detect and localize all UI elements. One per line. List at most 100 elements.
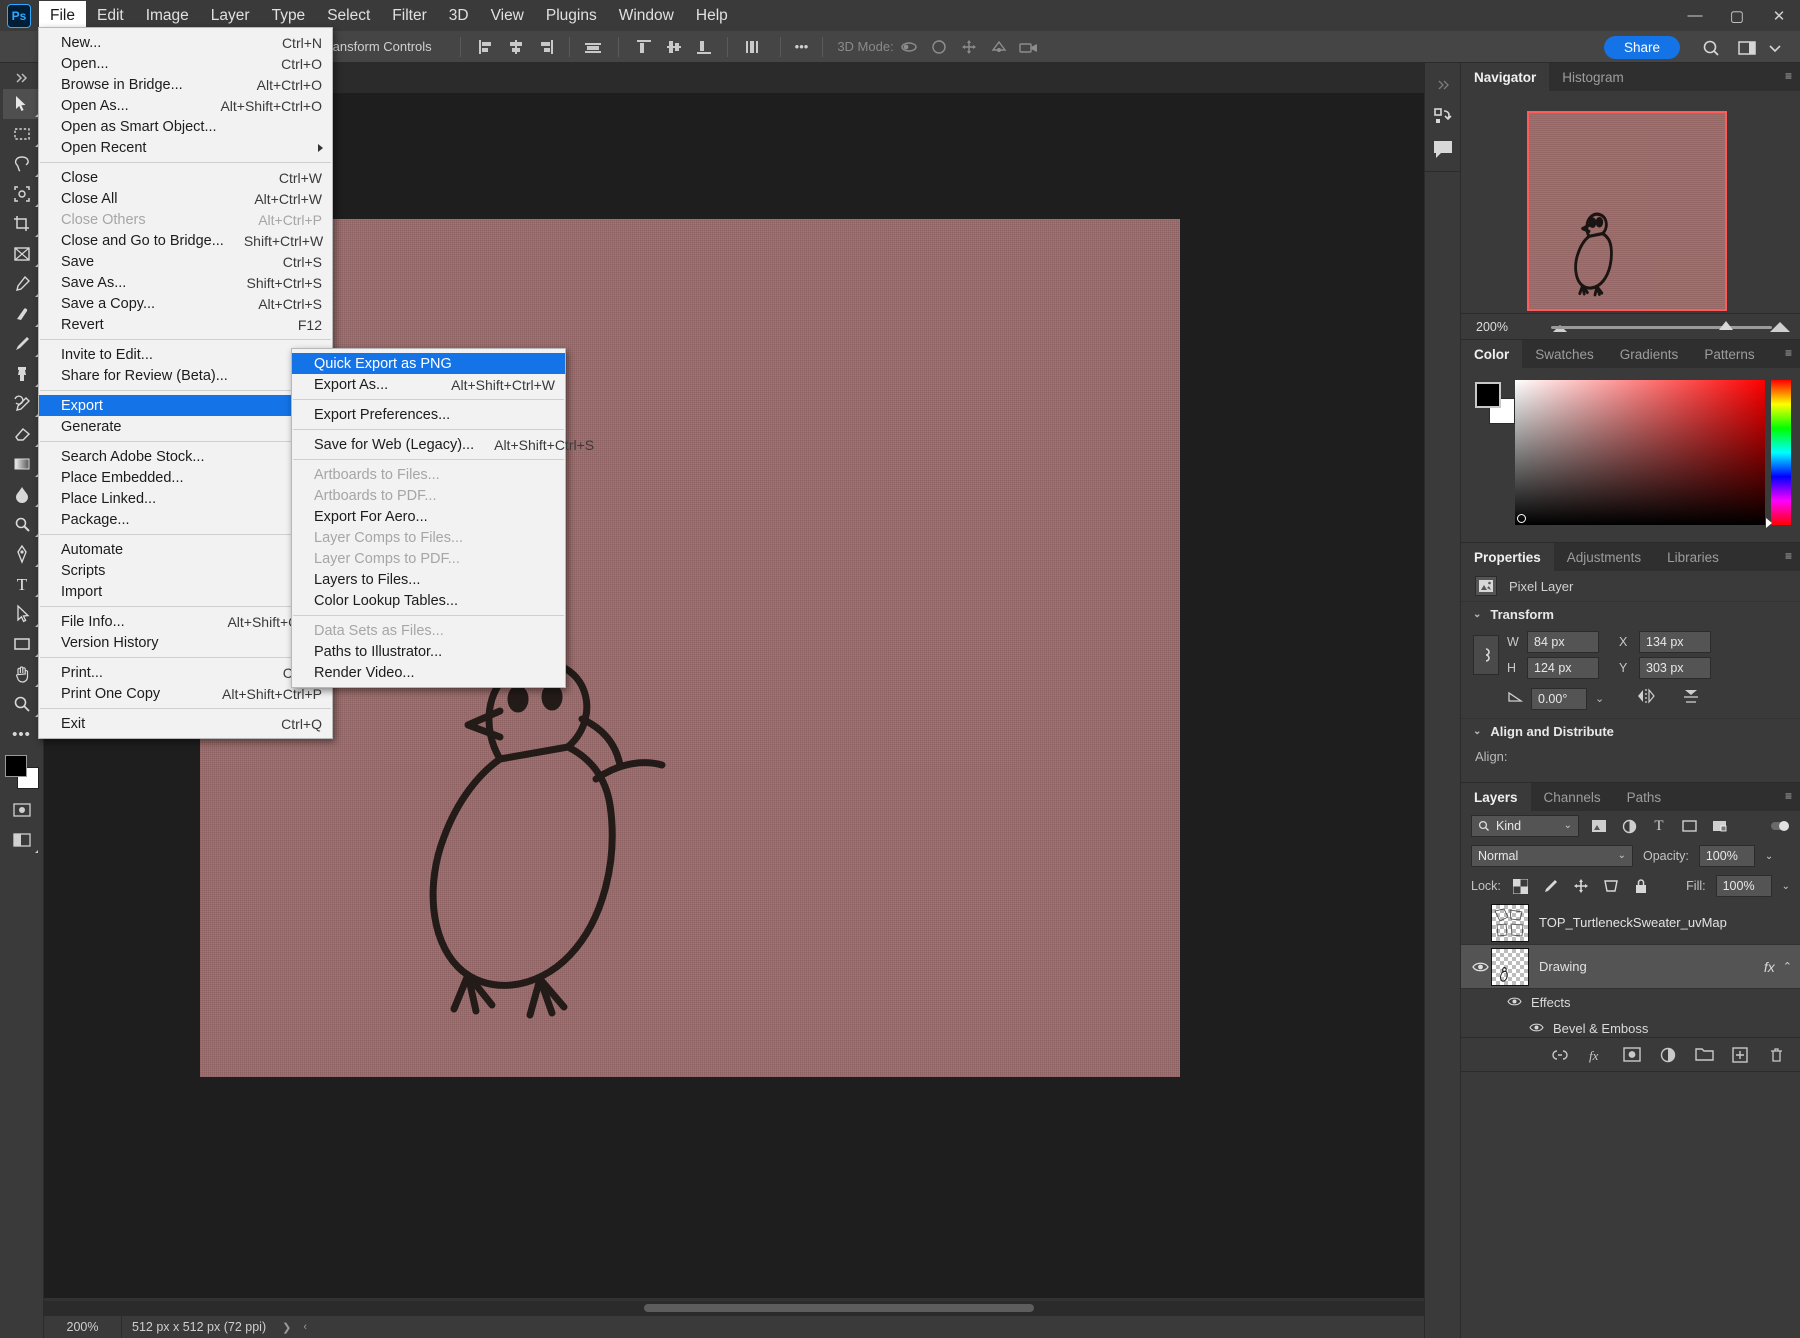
opacity-input[interactable]: 100%: [1699, 845, 1755, 867]
tool-zoom[interactable]: [3, 689, 41, 719]
color-panel-menu-icon[interactable]: ≡: [1785, 347, 1792, 359]
tab-navigator[interactable]: Navigator: [1461, 63, 1549, 91]
menu-item-automate[interactable]: Automate: [39, 539, 332, 560]
tool-brush[interactable]: [3, 329, 41, 359]
tool-blur[interactable]: [3, 479, 41, 509]
layer-name[interactable]: Drawing: [1539, 959, 1764, 974]
menu-item-close-all[interactable]: Close AllAlt+Ctrl+W: [39, 188, 332, 209]
align-left-edges-icon[interactable]: [475, 36, 497, 58]
foreground-color-swatch[interactable]: [5, 755, 27, 777]
tool-clone-stamp[interactable]: [3, 359, 41, 389]
tool-type[interactable]: T: [3, 569, 41, 599]
minimize-button[interactable]: —: [1674, 0, 1716, 31]
filter-toggle-switch[interactable]: [1770, 816, 1790, 836]
blend-mode-chevron-icon[interactable]: ⌄: [1618, 846, 1626, 866]
effect-item-visibility-icon[interactable]: [1529, 1021, 1544, 1036]
menu-filter[interactable]: Filter: [381, 1, 437, 30]
tab-layers[interactable]: Layers: [1461, 783, 1531, 811]
zoom-slider-knob[interactable]: [1719, 321, 1733, 330]
color-picker-marker[interactable]: [1517, 514, 1526, 523]
toolbar-collapse-icon[interactable]: [3, 67, 41, 89]
color-panel-foreground-swatch[interactable]: [1475, 382, 1501, 408]
menu-file[interactable]: File: [39, 1, 86, 30]
menu-item-scripts[interactable]: Scripts: [39, 560, 332, 581]
layer-thumbnail[interactable]: [1491, 904, 1529, 942]
menu-item-browse-in-bridge[interactable]: Browse in Bridge...Alt+Ctrl+O: [39, 74, 332, 95]
menu-item-version-history[interactable]: Version History: [39, 632, 332, 653]
tool-gradient[interactable]: [3, 449, 41, 479]
align-vertical-centers-icon[interactable]: [663, 36, 685, 58]
menu-item-layers-to-files[interactable]: Layers to Files...: [292, 569, 565, 590]
align-top-edges-icon[interactable]: [633, 36, 655, 58]
edit-toolbar-button[interactable]: •••: [3, 719, 41, 749]
file-menu-dropdown[interactable]: New...Ctrl+NOpen...Ctrl+OBrowse in Bridg…: [38, 27, 333, 739]
menu-item-new[interactable]: New...Ctrl+N: [39, 32, 332, 53]
menu-item-revert[interactable]: RevertF12: [39, 314, 332, 335]
comments-icon[interactable]: [1428, 133, 1458, 165]
workspace-chevron-icon[interactable]: [1764, 37, 1786, 59]
tool-eyedropper[interactable]: [3, 269, 41, 299]
tool-frame[interactable]: [3, 239, 41, 269]
menu-3d[interactable]: 3D: [438, 1, 480, 30]
layer-name[interactable]: TOP_TurtleneckSweater_uvMap: [1539, 915, 1792, 930]
filter-smart-object-icon[interactable]: [1709, 816, 1729, 836]
lock-position-icon[interactable]: [1571, 876, 1591, 896]
tab-histogram[interactable]: Histogram: [1549, 63, 1637, 91]
link-layers-icon[interactable]: [1550, 1045, 1570, 1065]
color-picker-body[interactable]: [1461, 368, 1800, 542]
tab-patterns[interactable]: Patterns: [1691, 340, 1767, 368]
tool-move[interactable]: [3, 89, 41, 119]
menu-item-save-for-web-legacy[interactable]: Save for Web (Legacy)...Alt+Shift+Ctrl+S: [292, 434, 565, 455]
quick-mask-button[interactable]: [3, 795, 41, 825]
menu-item-search-adobe-stock[interactable]: Search Adobe Stock...: [39, 446, 332, 467]
transform-section-header[interactable]: ⌄ Transform: [1461, 601, 1800, 627]
tool-crop[interactable]: [3, 209, 41, 239]
align-horizontal-centers-icon[interactable]: [505, 36, 527, 58]
layer-filter-chevron-icon[interactable]: ⌄: [1564, 816, 1572, 836]
3d-pan-icon[interactable]: [958, 36, 980, 58]
menu-item-place-linked[interactable]: Place Linked...: [39, 488, 332, 509]
distribute-vertical-icon[interactable]: [740, 36, 762, 58]
align-bottom-edges-icon[interactable]: [693, 36, 715, 58]
angle-input[interactable]: 0.00°: [1531, 688, 1587, 710]
menu-item-import[interactable]: Import: [39, 581, 332, 602]
tool-hand[interactable]: [3, 659, 41, 689]
navigator-panel-menu-icon[interactable]: ≡: [1785, 70, 1792, 82]
hue-slider[interactable]: [1771, 380, 1791, 525]
menu-item-save-as[interactable]: Save As...Shift+Ctrl+S: [39, 272, 332, 293]
align-chevron-icon[interactable]: ⌄: [1473, 726, 1481, 737]
foreground-background-colors[interactable]: [5, 755, 39, 789]
link-wh-button[interactable]: [1473, 635, 1499, 675]
distribute-horizontal-icon[interactable]: [582, 36, 604, 58]
table-row[interactable]: Drawing fx ⌃: [1461, 945, 1800, 989]
tool-lasso[interactable]: [3, 149, 41, 179]
menu-item-print-one-copy[interactable]: Print One CopyAlt+Shift+Ctrl+P: [39, 683, 332, 704]
menu-item-quick-export-as-png[interactable]: Quick Export as PNG: [292, 353, 565, 374]
menu-item-paths-to-illustrator[interactable]: Paths to Illustrator...: [292, 641, 565, 662]
new-adjustment-layer-icon[interactable]: [1658, 1045, 1678, 1065]
canvas-horizontal-scrollbar[interactable]: [44, 1301, 1443, 1315]
menu-item-print[interactable]: Print...Ctrl+P: [39, 662, 332, 683]
menu-item-render-video[interactable]: Render Video...: [292, 662, 565, 683]
layer-fx-chevron-icon[interactable]: ⌃: [1783, 960, 1792, 973]
libraries-icon[interactable]: [1428, 101, 1458, 133]
tool-rectangle[interactable]: [3, 629, 41, 659]
menu-item-generate[interactable]: Generate: [39, 416, 332, 437]
menu-image[interactable]: Image: [135, 1, 200, 30]
rail-collapse-icon[interactable]: [1428, 69, 1458, 101]
menu-help[interactable]: Help: [685, 1, 739, 30]
layer-fx-badge[interactable]: fx: [1764, 959, 1775, 975]
3d-camera-icon[interactable]: [1018, 36, 1040, 58]
layer-visibility-toggle[interactable]: [1469, 961, 1491, 973]
maximize-button[interactable]: ▢: [1716, 0, 1758, 31]
menu-item-export-as[interactable]: Export As...Alt+Shift+Ctrl+W: [292, 374, 565, 395]
properties-panel-menu-icon[interactable]: ≡: [1785, 550, 1792, 562]
x-input[interactable]: 134 px: [1639, 631, 1711, 653]
menu-item-color-lookup-tables[interactable]: Color Lookup Tables...: [292, 590, 565, 611]
status-expand-icon[interactable]: ❯: [276, 1321, 297, 1334]
3d-orbit-icon[interactable]: [898, 36, 920, 58]
menu-type[interactable]: Type: [261, 1, 317, 30]
tab-swatches[interactable]: Swatches: [1522, 340, 1607, 368]
status-collapse-icon[interactable]: ‹: [297, 1321, 313, 1333]
menu-layer[interactable]: Layer: [200, 1, 261, 30]
